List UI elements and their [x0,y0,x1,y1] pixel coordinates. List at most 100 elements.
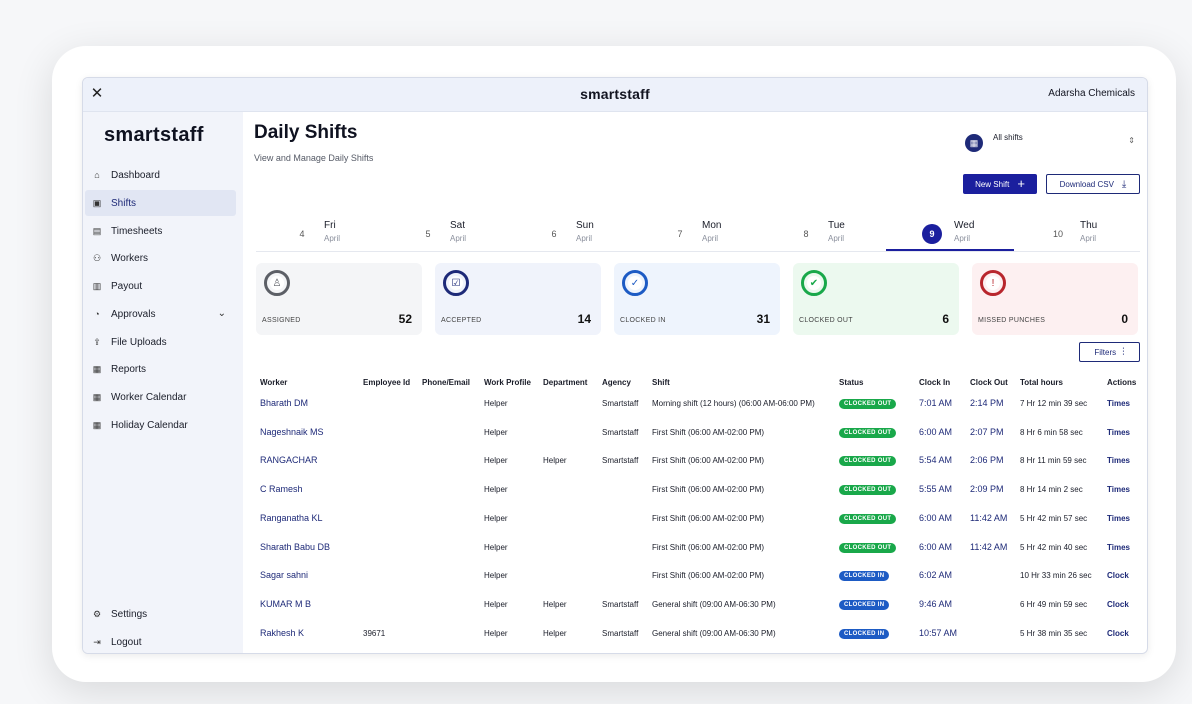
sliders-icon: ⫶ [1122,346,1125,358]
sidebar-item-dashboard[interactable]: ⌂ Dashboard [85,162,236,188]
stat-value: 0 [1121,312,1128,326]
day-name: Sun [576,220,594,231]
sidebar-item-file-uploads[interactable]: ⇪ File Uploads [85,329,236,355]
row-action-link[interactable]: Times [1107,485,1140,494]
total-hours: 8 Hr 11 min 59 sec [1020,456,1087,466]
day-name: Tue [828,220,845,231]
table-row: Sagar sahni Helper First Shift (06:00 AM-0… [256,562,1140,590]
day-tab-mon[interactable]: 7 Mon April [634,212,762,251]
worker-name-link[interactable]: RANGACHAR [260,455,318,465]
col-phone-email-header: Phone/Email [422,378,471,387]
sidebar-item-reports[interactable]: ▦ Reports [85,356,236,382]
worker-name-link[interactable]: Nageshnaik MS [260,427,324,437]
total-hours: 8 Hr 6 min 58 sec [1020,427,1083,437]
row-action-link[interactable]: Clock [1107,600,1140,609]
cell-shift: First Shift (06:00 AM-02:00 PM) [652,513,765,523]
stat-card-missed-punches: ! MISSED PUNCHES 0 [972,263,1138,335]
clock-in-time: 5:55 AM [919,484,953,495]
shift-filter-select[interactable]: ▦ All shifts ⇕ [961,127,1141,159]
status-badge: CLOCKED OUT [839,456,897,467]
row-action-link[interactable]: Times [1107,514,1140,523]
sidebar-item-label: File Uploads [111,336,167,348]
col-employee-id-header: Employee Id [363,378,411,387]
clock-out-time: 2:09 PM [970,484,1004,495]
row-action-link[interactable]: Clock [1107,629,1140,638]
clock-out-time: 2:06 PM [970,455,1004,466]
day-month: April [1080,234,1097,243]
table-row: RANGACHAR Helper Helper Smartstaff First Shi… [256,447,1140,475]
total-hours: 6 Hr 49 min 59 sec [1020,599,1088,609]
download-icon: ⤓ [1121,178,1127,190]
clock-in-time: 7:01 AM [919,398,953,408]
check-icon: ✓ [628,276,642,290]
sidebar-item-label: Settings [111,608,148,620]
day-number: 9 [922,224,942,244]
sidebar-item-label: Dashboard [111,169,160,181]
sidebar-item-label: Holiday Calendar [111,419,188,431]
day-tab-tue[interactable]: 8 Tue April [760,212,888,251]
worker-name-link[interactable]: C Ramesh [260,484,303,494]
users-icon: ⚇ [92,252,102,263]
day-name: Sat [450,220,466,231]
day-tab-thu[interactable]: 10 Thu April [1012,212,1140,251]
row-action-link[interactable]: Times [1107,456,1140,465]
row-action-link[interactable]: Clock [1107,571,1140,580]
total-hours: 5 Hr 42 min 57 sec [1020,513,1088,523]
worker-name-link[interactable]: Ranganatha KL [260,513,323,523]
sidebar-item-workers[interactable]: ⚇ Workers [85,245,236,271]
table-row: Nageshnaik MS Helper Smartstaff First Shift… [256,419,1140,447]
sidebar-item-shifts[interactable]: ▣ Shifts [85,190,236,216]
worker-name-link[interactable]: Rakhesh K [260,628,304,638]
day-number: 5 [425,229,431,239]
status-badge: CLOCKED OUT [839,427,897,438]
day-number: 10 [1052,229,1063,239]
stat-icon-ring: ! [980,270,1006,296]
sidebar-item-logout[interactable]: ⇥ Logout [85,629,236,653]
row-action-link[interactable]: Times [1107,399,1140,408]
sidebar-item-label: Worker Calendar [111,391,187,403]
sidebar-item-label: Logout [111,636,142,648]
col-agency-header: Agency [602,378,631,387]
sidebar-item-label: Shifts [111,197,137,209]
row-action-link[interactable]: Times [1107,428,1140,437]
day-tab-sat[interactable]: 5 Sat April [382,212,510,251]
download-csv-button[interactable]: Download CSV ⤓ [1046,174,1140,194]
day-month: April [828,234,845,243]
table-row: Bharath DM Helper Smartstaff Morning shift … [256,390,1140,418]
day-tab-fri[interactable]: 4 Fri April [256,212,384,251]
day-month: April [954,234,971,243]
user-icon: ♙ [270,276,284,290]
sidebar-item-label: Approvals [111,308,156,320]
alert-icon: ! [986,276,1000,290]
table-row: Rakhesh K 39671 Helper Helper Smartstaff Gene… [256,620,1140,648]
worker-name-link[interactable]: KUMAR M B [260,599,311,609]
day-tab-sun[interactable]: 6 Sun April [508,212,636,251]
sidebar-item-payout[interactable]: ▥ Payout [85,273,236,299]
worker-name-link[interactable]: Sharath Babu DB [260,542,330,552]
day-number: 4 [299,229,305,239]
sidebar-item-settings[interactable]: ⚙ Settings [85,601,236,627]
sidebar-item-holiday-calendar[interactable]: ▦ Holiday Calendar [85,412,236,438]
cell-agency: Smartstaff [602,628,639,638]
home-icon: ⌂ [94,170,100,180]
day-name: Thu [1080,220,1098,231]
chevron-down-icon[interactable]: ⌄ [218,308,226,319]
sidebar-item-approvals[interactable]: ◔ Approvals ⌄ [85,301,236,327]
filters-label: Filters [1094,347,1117,357]
worker-name-link[interactable]: Sagar sahni [260,570,308,580]
table-row: Ranganatha KL Helper First Shift (06:00 AM… [256,505,1140,533]
cell-agency: Smartstaff [602,456,639,466]
row-action-link[interactable]: Times [1107,543,1140,552]
day-tab-wed[interactable]: 9 Wed April [886,212,1014,251]
reports-icon: ▦ [92,363,102,374]
sidebar-item-worker-calendar[interactable]: ▦ Worker Calendar [85,384,236,410]
cell-profile: Helper [484,485,508,495]
day-name: Mon [702,220,722,231]
day-name: Fri [324,220,336,231]
new-shift-button[interactable]: New Shift + [963,174,1037,194]
status-badge: CLOCKED IN [839,599,890,610]
filters-button[interactable]: Filters ⫶ [1079,342,1140,362]
worker-name-link[interactable]: Bharath DM [260,398,308,408]
sidebar-item-timesheets[interactable]: ▤ Timesheets [85,218,236,244]
cell-shift: General shift (09:00 AM-06:30 PM) [652,628,776,638]
